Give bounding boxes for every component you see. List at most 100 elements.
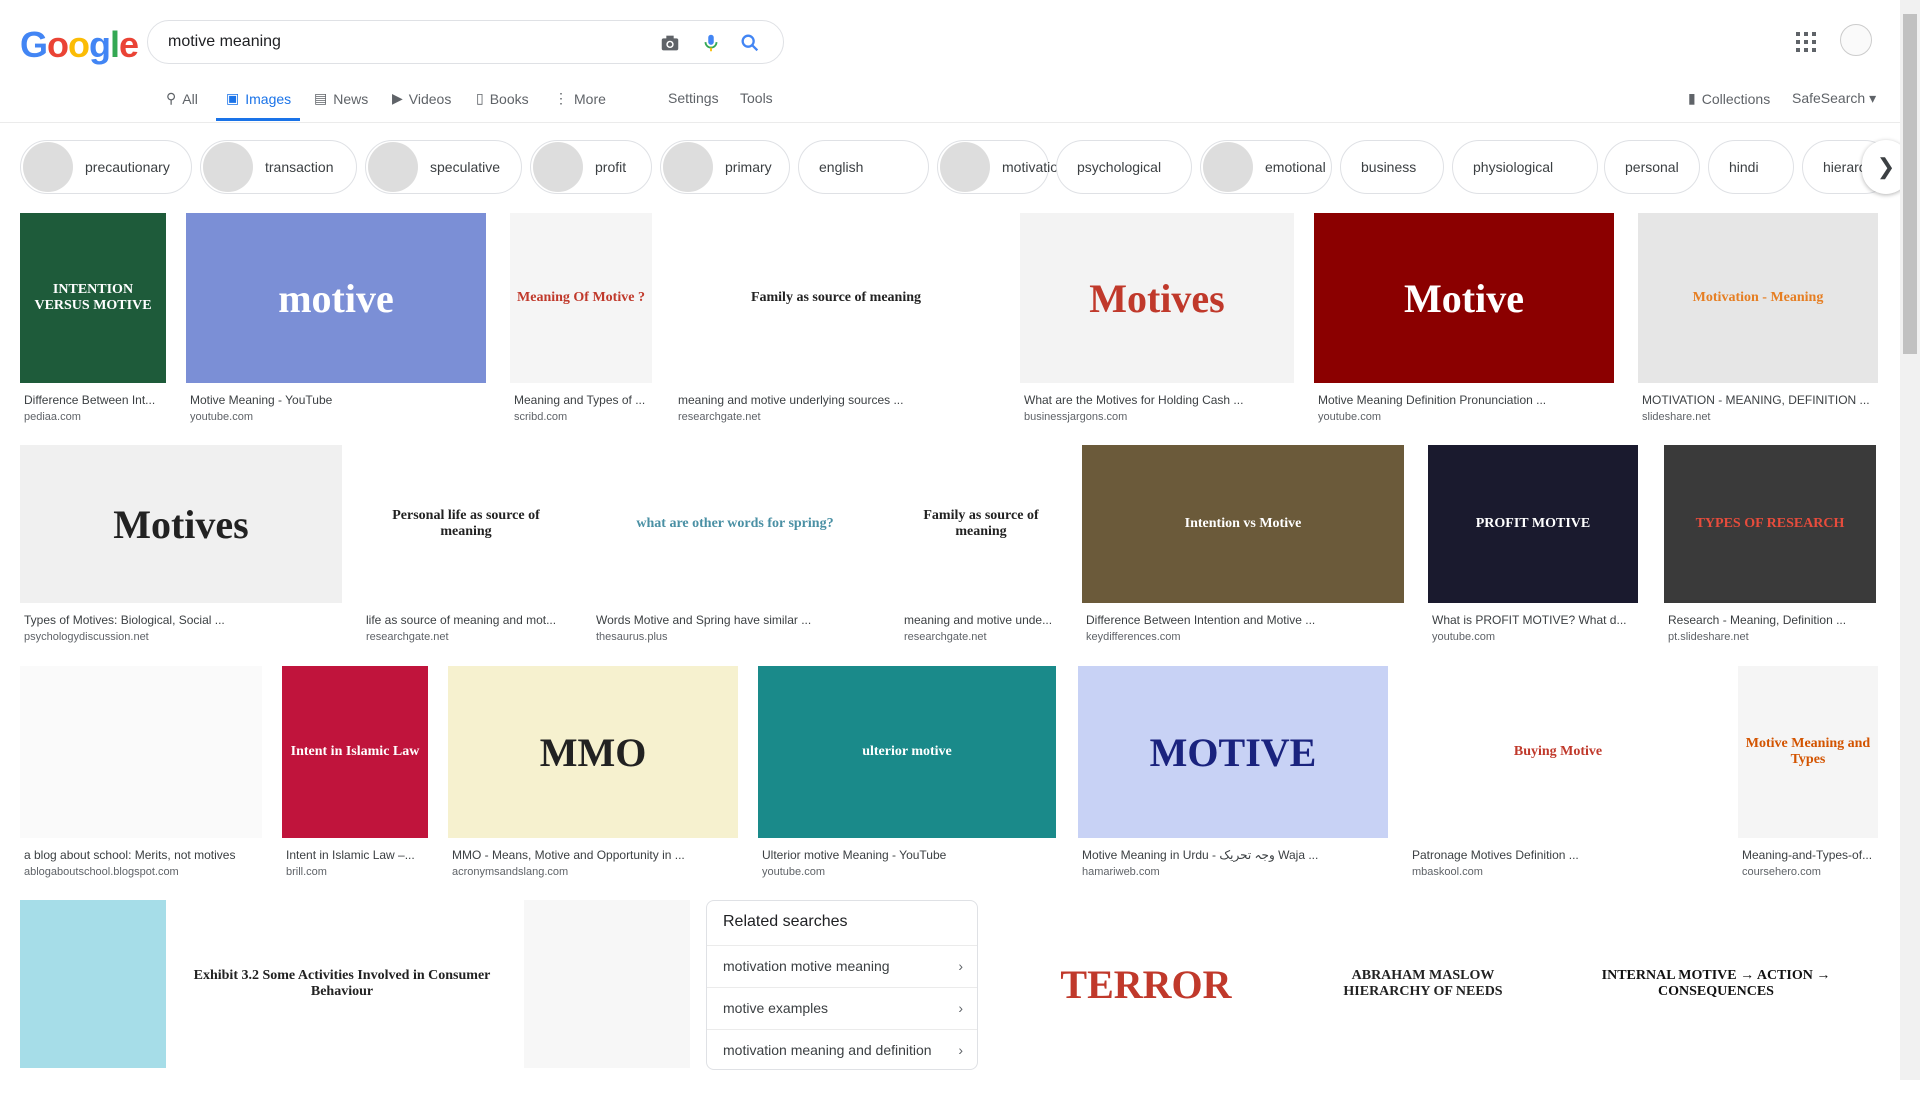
search-icon[interactable] bbox=[738, 31, 762, 55]
image-result[interactable]: INTERNAL MOTIVE → ACTION → CONSEQUENCES bbox=[1550, 900, 1882, 1112]
chip-profit[interactable]: profit bbox=[530, 140, 652, 194]
result-title[interactable]: a blog about school: Merits, not motives bbox=[24, 848, 258, 862]
chip-physiological[interactable]: physiological bbox=[1452, 140, 1598, 194]
result-title[interactable]: Words Motive and Spring have similar ... bbox=[596, 613, 874, 627]
image-result[interactable] bbox=[524, 900, 690, 1112]
related-search-item[interactable]: motive examples › bbox=[707, 987, 977, 1028]
search-input[interactable]: motive meaning bbox=[168, 33, 281, 51]
tab-all[interactable]: ⚲ All bbox=[166, 90, 198, 107]
result-thumbnail[interactable]: Personal life as source of meaning bbox=[362, 445, 570, 603]
result-title[interactable]: Difference Between Int... bbox=[24, 393, 162, 407]
result-thumbnail[interactable]: TERROR bbox=[998, 900, 1294, 1068]
chip-emotional[interactable]: emotional bbox=[1200, 140, 1332, 194]
result-title[interactable]: Research - Meaning, Definition ... bbox=[1668, 613, 1872, 627]
result-thumbnail[interactable]: MMO bbox=[448, 666, 738, 838]
result-title[interactable]: What are the Motives for Holding Cash ..… bbox=[1024, 393, 1290, 407]
result-title[interactable]: Types of Motives: Biological, Social ... bbox=[24, 613, 338, 627]
result-title[interactable]: Ulterior motive Meaning - YouTube bbox=[762, 848, 1052, 862]
tab-more[interactable]: ⋮ More bbox=[554, 90, 606, 107]
image-result[interactable]: Motive Meaning and Types Meaning-and-Type… bbox=[1738, 666, 1878, 882]
result-thumbnail[interactable]: INTENTION VERSUS MOTIVE bbox=[20, 213, 166, 383]
result-thumbnail[interactable]: Exhibit 3.2 Some Activities Involved in … bbox=[186, 900, 498, 1068]
result-thumbnail[interactable]: Motive Meaning and Types bbox=[1738, 666, 1878, 838]
result-thumbnail[interactable]: Family as source of meaning bbox=[674, 213, 998, 383]
result-thumbnail[interactable]: Motivation - Meaning bbox=[1638, 213, 1878, 383]
result-title[interactable]: Motive Meaning - YouTube bbox=[190, 393, 482, 407]
image-result[interactable]: Meaning Of Motive ? Meaning and Types of … bbox=[510, 213, 652, 427]
image-result[interactable]: a blog about school: Merits, not motives… bbox=[20, 666, 262, 882]
image-result[interactable]: Intention vs Motive Difference Between In… bbox=[1082, 445, 1404, 647]
result-title[interactable]: Patronage Motives Definition ... bbox=[1412, 848, 1704, 862]
image-result[interactable]: Family as source of meaning meaning and m… bbox=[674, 213, 998, 427]
result-title[interactable]: Motive Meaning Definition Pronunciation … bbox=[1318, 393, 1610, 407]
avatar[interactable] bbox=[1840, 24, 1872, 56]
result-thumbnail[interactable]: PROFIT MOTIVE bbox=[1428, 445, 1638, 603]
image-result[interactable]: TERROR bbox=[998, 900, 1294, 1112]
google-logo[interactable]: Google bbox=[20, 24, 139, 66]
image-result[interactable]: MMO MMO - Means, Motive and Opportunity i… bbox=[448, 666, 738, 882]
result-thumbnail[interactable]: Buying Motive bbox=[1408, 666, 1708, 838]
chip-business[interactable]: business bbox=[1340, 140, 1444, 194]
chip-english[interactable]: english bbox=[798, 140, 929, 194]
apps-grid-icon[interactable] bbox=[1794, 30, 1818, 54]
settings-link[interactable]: Settings bbox=[668, 90, 719, 106]
search-box[interactable]: motive meaning bbox=[147, 20, 784, 64]
result-thumbnail[interactable]: ABRAHAM MASLOW HIERARCHY OF NEEDS bbox=[1314, 900, 1532, 1068]
image-result[interactable]: Family as source of meaning meaning and m… bbox=[900, 445, 1062, 647]
image-result[interactable]: Motives What are the Motives for Holding … bbox=[1020, 213, 1294, 427]
safesearch-dropdown[interactable]: SafeSearch ▾ bbox=[1792, 90, 1876, 107]
image-result[interactable]: motive Motive Meaning - YouTube youtube.co… bbox=[186, 213, 486, 427]
chip-transaction[interactable]: transaction bbox=[200, 140, 357, 194]
image-result[interactable]: Motives Types of Motives: Biological, Soc… bbox=[20, 445, 342, 647]
image-result[interactable]: INTENTION VERSUS MOTIVE Difference Betwee… bbox=[20, 213, 166, 427]
image-result[interactable]: ulterior motive Ulterior motive Meaning -… bbox=[758, 666, 1056, 882]
chip-personal[interactable]: personal bbox=[1604, 140, 1700, 194]
result-thumbnail[interactable]: INTERNAL MOTIVE → ACTION → CONSEQUENCES bbox=[1550, 900, 1882, 1068]
microphone-icon[interactable] bbox=[699, 31, 723, 55]
result-thumbnail[interactable]: Meaning Of Motive ? bbox=[510, 213, 652, 383]
result-thumbnail[interactable]: Motive bbox=[1314, 213, 1614, 383]
collections-link[interactable]: ▮ Collections bbox=[1688, 90, 1770, 107]
image-result[interactable]: PROFIT MOTIVE What is PROFIT MOTIVE? What… bbox=[1428, 445, 1638, 647]
result-thumbnail[interactable]: Motives bbox=[20, 445, 342, 603]
tab-books[interactable]: ▯ Books bbox=[476, 90, 529, 107]
result-title[interactable]: MOTIVATION - MEANING, DEFINITION ... bbox=[1642, 393, 1874, 407]
result-thumbnail[interactable]: Intention vs Motive bbox=[1082, 445, 1404, 603]
tab-news[interactable]: ▤ News bbox=[314, 90, 368, 107]
result-title[interactable]: Motive Meaning in Urdu - وجہ تحریک Waja … bbox=[1082, 848, 1384, 862]
tab-images[interactable]: ▣ Images bbox=[226, 90, 291, 107]
image-result[interactable]: Intent in Islamic Law Intent in Islamic L… bbox=[282, 666, 428, 882]
tab-videos[interactable]: ▶ Videos bbox=[392, 90, 451, 107]
result-thumbnail[interactable] bbox=[524, 900, 690, 1068]
camera-icon[interactable] bbox=[658, 31, 682, 55]
image-result[interactable]: Motive Motive Meaning Definition Pronunci… bbox=[1314, 213, 1614, 427]
result-title[interactable]: MMO - Means, Motive and Opportunity in .… bbox=[452, 848, 734, 862]
result-title[interactable]: Meaning and Types of ... bbox=[514, 393, 648, 407]
result-thumbnail[interactable] bbox=[20, 666, 262, 838]
result-thumbnail[interactable]: Intent in Islamic Law bbox=[282, 666, 428, 838]
image-result[interactable]: Exhibit 3.2 Some Activities Involved in … bbox=[186, 900, 498, 1112]
result-title[interactable]: Difference Between Intention and Motive … bbox=[1086, 613, 1400, 627]
result-title[interactable]: meaning and motive unde... bbox=[904, 613, 1058, 627]
chip-speculative[interactable]: speculative bbox=[365, 140, 522, 194]
image-result[interactable]: Motivation - Meaning MOTIVATION - MEANING… bbox=[1638, 213, 1878, 427]
result-title[interactable]: life as source of meaning and mot... bbox=[366, 613, 566, 627]
chip-hindi[interactable]: hindi bbox=[1708, 140, 1794, 194]
result-thumbnail[interactable]: Motives bbox=[1020, 213, 1294, 383]
image-result[interactable]: Buying Motive Patronage Motives Definitio… bbox=[1408, 666, 1708, 882]
chip-primary[interactable]: primary bbox=[660, 140, 790, 194]
chip-motivation[interactable]: motivation bbox=[937, 140, 1066, 194]
result-thumbnail[interactable]: MOTIVE bbox=[1078, 666, 1388, 838]
result-thumbnail[interactable] bbox=[20, 900, 166, 1068]
image-result[interactable]: Personal life as source of meaning life a… bbox=[362, 445, 570, 647]
tools-link[interactable]: Tools bbox=[740, 90, 773, 106]
result-thumbnail[interactable]: TYPES OF RESEARCH bbox=[1664, 445, 1876, 603]
result-thumbnail[interactable]: Family as source of meaning bbox=[900, 445, 1062, 603]
result-title[interactable]: Meaning-and-Types-of... bbox=[1742, 848, 1874, 862]
related-search-item[interactable]: motivation motive meaning › bbox=[707, 945, 977, 986]
image-result[interactable]: TYPES OF RESEARCH Research - Meaning, Def… bbox=[1664, 445, 1876, 647]
image-result[interactable]: ABRAHAM MASLOW HIERARCHY OF NEEDS bbox=[1314, 900, 1532, 1112]
result-thumbnail[interactable]: motive bbox=[186, 213, 486, 383]
result-thumbnail[interactable]: ulterior motive bbox=[758, 666, 1056, 838]
chip-precautionary[interactable]: precautionary bbox=[20, 140, 192, 194]
